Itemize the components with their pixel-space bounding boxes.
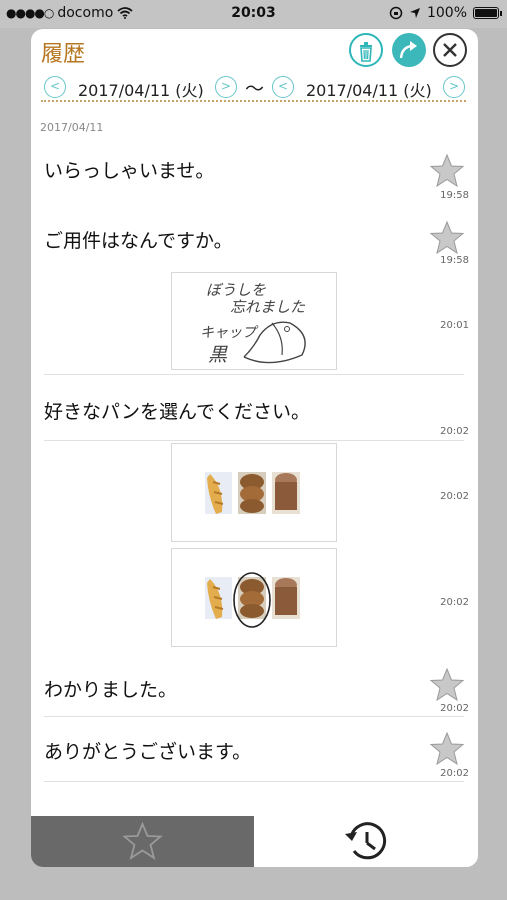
history-message[interactable]: 好きなパンを選んでください。: [44, 397, 310, 424]
bread-photos: [205, 472, 300, 514]
start-date-next-button[interactable]: >: [215, 76, 237, 98]
message-time: 20:02: [440, 426, 469, 437]
handwriting-line-1: ぼうしを: [206, 281, 266, 299]
handwriting-line-4: 黒: [208, 344, 228, 366]
end-date-next-button[interactable]: >: [443, 76, 465, 98]
page-title: 履歴: [41, 42, 86, 67]
history-message[interactable]: いらっしゃいませ。: [44, 156, 214, 183]
close-button[interactable]: [433, 33, 467, 67]
history-message[interactable]: ありがとうございます。: [44, 737, 251, 764]
status-bar: ●●●●○ docomo 20:03 100%: [0, 0, 507, 28]
row-divider: [44, 781, 464, 782]
handwriting-drawing: ぼうしを 忘れました キャップ 黒: [200, 281, 306, 366]
share-button[interactable]: [392, 33, 426, 67]
end-date[interactable]: 2017/04/11 (火): [306, 77, 432, 101]
message-time: 20:02: [440, 768, 469, 779]
end-date-prev-button[interactable]: <: [272, 76, 294, 98]
message-time: 19:58: [440, 190, 469, 201]
star-icon[interactable]: [429, 221, 465, 255]
history-panel: 履歴 < 2017/04/11 (火) > 〜 < 2017/04/11 (火)…: [31, 29, 478, 867]
delete-button[interactable]: [349, 33, 383, 67]
start-date[interactable]: 2017/04/11 (火): [78, 77, 204, 101]
status-right: 100%: [389, 5, 502, 21]
star-icon[interactable]: [429, 154, 465, 188]
history-clock-icon: [345, 822, 387, 860]
date-range-row: < 2017/04/11 (火) > 〜 < 2017/04/11 (火) >: [31, 73, 478, 103]
bread-photo-card-circled[interactable]: [171, 548, 337, 647]
star-outline-icon: [122, 821, 163, 861]
battery-percent: 100%: [426, 5, 467, 21]
history-date-label: 2017/04/11: [40, 121, 104, 134]
row-divider: [44, 440, 464, 441]
message-time: 20:02: [440, 597, 469, 608]
message-time: 19:58: [440, 255, 469, 266]
handwriting-line-3: キャップ: [200, 325, 259, 341]
history-message[interactable]: わかりました。: [44, 675, 177, 702]
header-divider: [41, 100, 466, 102]
rotation-lock-icon: [389, 6, 403, 20]
handwriting-line-2: 忘れました: [230, 298, 306, 316]
star-icon[interactable]: [429, 732, 465, 766]
bread-photo-card[interactable]: [171, 443, 337, 542]
tab-history[interactable]: [254, 816, 478, 867]
location-arrow-icon: [409, 8, 420, 18]
message-time: 20:02: [440, 491, 469, 502]
history-message[interactable]: ご用件はなんですか。: [44, 226, 233, 253]
bottom-tab-bar: [31, 816, 478, 867]
tab-favorites[interactable]: [31, 816, 254, 867]
bread-photos-circled: [205, 572, 300, 628]
close-icon: [443, 43, 457, 57]
row-divider: [44, 374, 464, 375]
battery-icon: [473, 7, 502, 19]
start-date-prev-button[interactable]: <: [44, 76, 66, 98]
trash-icon: [360, 42, 372, 62]
share-arrow-icon: [399, 41, 417, 59]
row-divider: [44, 716, 464, 717]
handwriting-card[interactable]: ぼうしを 忘れました キャップ 黒: [171, 272, 337, 370]
message-time: 20:02: [440, 703, 469, 714]
star-icon[interactable]: [429, 668, 465, 702]
date-range-separator: 〜: [245, 78, 265, 100]
message-time: 20:01: [440, 320, 469, 331]
